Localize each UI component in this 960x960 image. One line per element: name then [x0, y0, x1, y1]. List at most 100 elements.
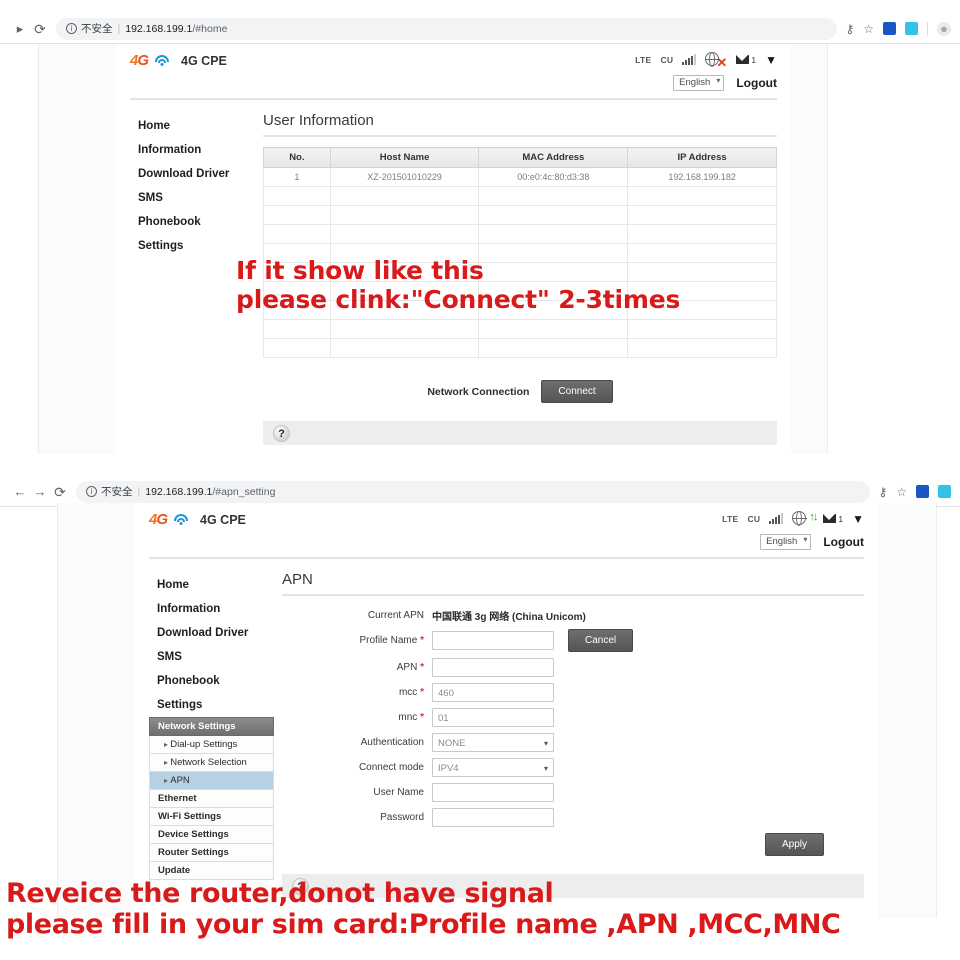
sidebar-item-download-driver[interactable]: Download Driver	[130, 162, 255, 186]
user-information-table: No. Host Name MAC Address IP Address 1 X…	[263, 147, 777, 359]
lang-row-1: English Logout	[116, 69, 791, 92]
mail-status[interactable]: 1	[736, 55, 756, 65]
logout-button[interactable]: Logout	[736, 76, 777, 90]
label-apn: APN *	[396, 662, 424, 674]
mail-icon	[823, 514, 837, 523]
help-icon[interactable]: ?	[273, 424, 290, 442]
required-marker: *	[420, 687, 424, 699]
browser-actions-top: ⚷ ☆ ☻	[845, 21, 960, 36]
main-menu-2: Home Information Download Driver SMS Pho…	[149, 573, 274, 717]
url-separator: |	[117, 22, 121, 35]
sidebar-item-sms[interactable]: SMS	[130, 186, 255, 210]
label-mnc: mnc *	[398, 712, 424, 724]
insecure-label: 不安全	[81, 23, 113, 35]
address-bar[interactable]: i 不安全 | 192.168.199.1 /#apn_setting	[76, 480, 871, 503]
sidebar-item-information[interactable]: Information	[130, 138, 255, 162]
language-select[interactable]: English	[760, 534, 812, 551]
status-icons-1: LTE CU ✕ 1 ▼	[635, 51, 777, 69]
extension-cyan-icon[interactable]	[938, 485, 951, 498]
sidebar-item-settings[interactable]: Settings	[130, 234, 255, 258]
form-row-mnc: mnc * 01	[282, 708, 864, 728]
mail-icon	[736, 55, 750, 64]
cpe-brand-1: 4G 4G CPE	[130, 52, 227, 69]
key-icon[interactable]: ⚷	[845, 23, 854, 35]
forward-icon[interactable]: →	[30, 485, 50, 498]
cancel-button[interactable]: Cancel	[568, 629, 634, 653]
profile-name-input[interactable]	[432, 631, 554, 651]
password-input[interactable]	[432, 808, 554, 828]
label-user-name: User Name	[373, 787, 424, 799]
form-row-mcc: mcc * 460	[282, 683, 864, 703]
label-connect-mode: Connect mode	[358, 762, 424, 774]
network-type-label: LTE	[722, 513, 739, 524]
logout-button[interactable]: Logout	[823, 535, 864, 549]
mnc-input[interactable]: 01	[432, 708, 554, 728]
sidebar-item-home[interactable]: Home	[130, 114, 255, 138]
sidebar-item-phonebook[interactable]: Phonebook	[149, 669, 274, 693]
back-icon[interactable]: ▸	[10, 22, 30, 35]
sidebar-item-information[interactable]: Information	[149, 597, 274, 621]
app-title: 4G CPE	[200, 512, 246, 527]
sidebar-item-download-driver[interactable]: Download Driver	[149, 621, 274, 645]
address-bar[interactable]: i 不安全 | 192.168.199.1 /#home	[56, 17, 838, 40]
sidebar-item-apn[interactable]: APN	[149, 772, 274, 791]
cell-no: 1	[263, 167, 331, 188]
language-select[interactable]: English	[673, 75, 725, 92]
mail-status[interactable]: 1	[823, 514, 843, 524]
key-icon[interactable]: ⚷	[878, 486, 887, 498]
toolbar-divider	[927, 21, 928, 36]
reload-icon[interactable]: ⟳	[30, 22, 50, 36]
cpe-header-1: 4G 4G CPE LTE CU ✕ 1 ▼	[116, 44, 791, 69]
signal-bars-icon	[769, 513, 784, 524]
connect-button[interactable]: Connect	[541, 380, 613, 404]
star-icon[interactable]: ☆	[863, 23, 874, 35]
user-name-input[interactable]	[432, 783, 554, 803]
form-row-current-apn: Current APN 中国联通 3g 网络 (China Unicom)	[282, 608, 864, 623]
sidebar-item-device-settings[interactable]: Device Settings	[149, 826, 274, 845]
star-icon[interactable]: ☆	[896, 486, 907, 498]
content-2: APN Current APN 中国联通 3g 网络 (China Unicom…	[274, 559, 864, 899]
sidebar-item-wifi-settings[interactable]: Wi-Fi Settings	[149, 808, 274, 827]
extension-blue-icon[interactable]	[883, 22, 896, 35]
extension-blue-icon[interactable]	[916, 485, 929, 498]
avatar[interactable]: ☻	[937, 21, 951, 36]
sidebar-item-network-selection[interactable]: Network Selection	[149, 754, 274, 773]
page-title: User Information	[263, 112, 374, 130]
apn-input[interactable]	[432, 658, 554, 678]
site-info-icon[interactable]: i	[86, 486, 97, 497]
bell-icon: ▼	[765, 52, 777, 67]
sidebar-item-home[interactable]: Home	[149, 573, 274, 597]
url-path: /#apn_setting	[212, 485, 276, 498]
sidebar-item-phonebook[interactable]: Phonebook	[130, 210, 255, 234]
sidebar-item-settings[interactable]: Settings	[149, 693, 274, 717]
annotation-top: If it show like this please clink:"Conne…	[236, 256, 681, 314]
back-icon[interactable]: ←	[10, 485, 30, 498]
reload-icon[interactable]: ⟳	[50, 485, 70, 499]
form-row-apn: APN *	[282, 658, 864, 678]
site-info-icon[interactable]: i	[66, 23, 77, 34]
sidebar-item-dial-up-settings[interactable]: Dial-up Settings	[149, 736, 274, 755]
sidebar-item-ethernet[interactable]: Ethernet	[149, 790, 274, 809]
page-title: APN	[282, 571, 313, 589]
apply-button[interactable]: Apply	[764, 833, 824, 857]
insecure-label: 不安全	[101, 486, 133, 498]
network-connection-row: Network Connection Connect	[263, 380, 777, 404]
mcc-input[interactable]: 460	[432, 683, 554, 703]
table-row	[263, 205, 777, 226]
cpe-app-2: 4G 4G CPE LTE CU ↑↓ 1 ▼ English ▾ Logout…	[135, 503, 878, 918]
column-header-mac: MAC Address	[478, 147, 629, 169]
router-page-frame-2: 4G 4G CPE LTE CU ↑↓ 1 ▼ English ▾ Logout…	[57, 503, 937, 918]
authentication-select[interactable]: NONE	[432, 733, 554, 753]
sidebar-item-router-settings[interactable]: Router Settings	[149, 844, 274, 863]
settings-submenu: Network Settings Dial-up Settings Networ…	[149, 717, 274, 881]
extension-cyan-icon[interactable]	[905, 22, 918, 35]
bell-icon: ▼	[852, 511, 864, 526]
browser-window-top: ▸ ⟳ i 不安全 | 192.168.199.1 /#home ⚷ ☆ ☻	[0, 14, 960, 44]
network-connection-label: Network Connection	[427, 385, 530, 398]
sidebar-item-network-settings[interactable]: Network Settings	[149, 717, 274, 737]
table-row	[263, 224, 777, 245]
sidebar-item-sms[interactable]: SMS	[149, 645, 274, 669]
logo-4g-icon: 4G	[149, 511, 168, 528]
connect-mode-select[interactable]: IPV4	[432, 758, 554, 778]
carrier-label: CU	[660, 54, 674, 65]
